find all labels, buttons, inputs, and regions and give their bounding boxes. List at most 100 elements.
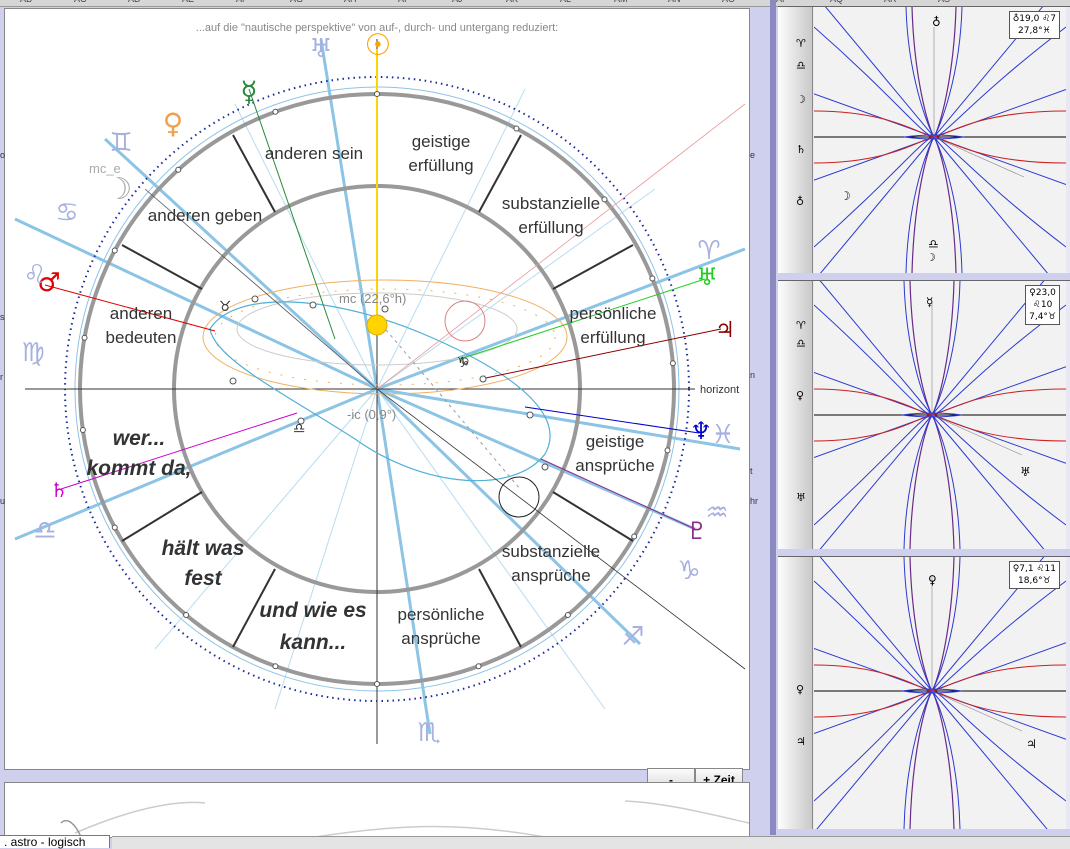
text-kann: kann... xyxy=(280,631,347,654)
ring-node-dot xyxy=(79,427,86,434)
libra-icon: ♎ xyxy=(33,516,56,546)
jupiter-icon: ♃ xyxy=(796,735,806,748)
column-header-ap[interactable]: AP xyxy=(776,0,788,4)
column-header-ad[interactable]: AD xyxy=(128,0,141,4)
column-header-ac[interactable]: AC xyxy=(74,0,87,4)
column-header-ae[interactable]: AE xyxy=(182,0,194,4)
ring-node-dot xyxy=(664,447,671,454)
aries-icon: ♈ xyxy=(796,319,806,332)
ring-node-dot xyxy=(81,334,88,341)
mercury-icon: ☿ xyxy=(240,75,257,108)
column-header-ag[interactable]: AG xyxy=(290,0,303,4)
ring-node-dot xyxy=(374,91,380,97)
saturn-icon: ♄ xyxy=(796,143,806,156)
house-label-substanzielle-2: substanzielle xyxy=(502,542,600,561)
venus-icon: ♀ xyxy=(928,573,937,587)
aspect-panel-2: ♈ ♎ ♀ ♅ ☿ ♅ ♀23,0 ♌10 7,4°♉ xyxy=(778,280,1070,549)
horizontal-scrollbar[interactable] xyxy=(112,836,1070,849)
column-header-ah[interactable]: AH xyxy=(344,0,357,4)
panel-2-plot: ☿ ♅ ♀23,0 ♌10 7,4°♉ xyxy=(814,281,1066,549)
text-und-wie-es: und wie es xyxy=(259,599,366,622)
moon-icon: ☽ xyxy=(106,172,133,207)
ring-node-dot xyxy=(601,196,608,203)
panel-3-glyph-column: ♀ ♃ xyxy=(778,557,813,829)
house-label-anderen-geben: anderen geben xyxy=(148,206,262,225)
sheet-tab-astro-logisch[interactable]: . astro - logisch xyxy=(0,835,110,849)
panel-1-glyph-column: ♈ ♎ ☽ ♄ ♁ xyxy=(778,7,813,273)
ring-node-dot xyxy=(374,681,380,687)
gemini-icon: ♊ xyxy=(109,128,132,158)
column-header-am[interactable]: AM xyxy=(614,0,628,4)
ring-node-dot xyxy=(631,533,638,540)
house-label-erfuellung-1: erfüllung xyxy=(408,156,473,175)
ring-node-dot xyxy=(649,275,656,282)
uranus-icon: ♅ xyxy=(1020,465,1031,479)
leo-icon: ♌ xyxy=(23,260,46,290)
aries-icon: ♈ xyxy=(796,37,806,50)
scorpio-icon: ♏ xyxy=(417,718,440,748)
right-cell-text-1: e xyxy=(750,150,756,160)
uranus-top-icon: ♅ xyxy=(309,34,332,64)
earth-icon: ♁ xyxy=(932,15,941,29)
column-header-an[interactable]: AN xyxy=(668,0,681,4)
pane-divider[interactable] xyxy=(770,0,776,835)
aquarius-icon: ♒ xyxy=(705,498,728,528)
house-label-erfuellung-3: erfüllung xyxy=(580,328,645,347)
pisces-icon: ♓ xyxy=(711,420,734,450)
left-cell-text-4: u xyxy=(0,496,6,506)
ring-node-dot xyxy=(111,247,118,254)
text-haelt-was: hält was xyxy=(162,537,245,560)
house-label-bedeuten: bedeuten xyxy=(106,328,177,347)
moon-icon: ☽ xyxy=(796,93,806,106)
column-header-ar[interactable]: AR xyxy=(884,0,897,4)
ring-node-dot xyxy=(669,360,676,367)
aries-icon: ♈ xyxy=(697,236,720,266)
column-header-ab[interactable]: AB xyxy=(20,0,32,4)
sun-marker xyxy=(366,314,388,336)
house-label-geistige-2: geistige xyxy=(586,432,645,451)
planet-node-dot xyxy=(381,305,389,313)
venus-icon: ♀ xyxy=(796,389,805,402)
mc-label: mc (22,6°h) xyxy=(339,291,406,306)
panel-2-info-box: ♀23,0 ♌10 7,4°♉ xyxy=(1025,285,1060,325)
aspect-curve-plot xyxy=(814,7,1066,273)
house-label-persoenliche: persönliche xyxy=(570,304,657,323)
panel-1-plot: ♁ ☽ ♎ ☽ ♁19,0 ♌7 27,8°♓ xyxy=(814,7,1066,273)
left-cell-text-3: r xyxy=(0,372,3,382)
house-label-ansprueche-1: ansprüche xyxy=(575,456,654,475)
right-cell-text-3: t xyxy=(750,466,753,476)
jupiter-icon: ♃ xyxy=(1026,737,1037,751)
planet-node-dot xyxy=(479,375,487,383)
panel-2-glyph-column: ♈ ♎ ♀ ♅ xyxy=(778,281,813,549)
column-header-ak[interactable]: AK xyxy=(506,0,518,4)
panel-3-plot: ♀ ♃ ♀7,1 ♌11 18,6°♉ xyxy=(814,557,1066,829)
text-kommt-da: kommt da, xyxy=(86,457,191,480)
ring-node-dot xyxy=(272,663,279,670)
column-header-al[interactable]: AL xyxy=(560,0,571,4)
ring-node-dot xyxy=(175,166,182,173)
capricorn-small-icon: ♑ xyxy=(457,355,470,371)
right-cell-text-2: n xyxy=(750,370,756,380)
libra-icon: ♎ xyxy=(796,59,806,72)
ring-node-dot xyxy=(564,611,571,618)
jupiter-icon: ♃ xyxy=(715,318,735,343)
house-label-anderen-sein: anderen sein xyxy=(265,144,363,163)
neptune-icon: ♆ xyxy=(690,417,712,445)
sun-icon: ☉ xyxy=(365,28,392,63)
column-header-ai[interactable]: AI xyxy=(398,0,407,4)
aspect-curve-plot xyxy=(814,557,1066,829)
column-header-af[interactable]: AF xyxy=(236,0,248,4)
column-header-ao[interactable]: AO xyxy=(722,0,735,4)
house-label-persoenliche-2: persönliche xyxy=(398,605,485,624)
column-header-aq[interactable]: AQ xyxy=(830,0,843,4)
saturn-icon: ♄ xyxy=(50,478,68,502)
uranus-icon: ♅ xyxy=(696,263,718,291)
planet-node-dot xyxy=(526,411,534,419)
house-label-ansprueche-2: ansprüche xyxy=(511,566,590,585)
venus-icon: ♀ xyxy=(796,683,805,696)
column-header-as[interactable]: AS xyxy=(938,0,950,4)
column-header-aj[interactable]: AJ xyxy=(452,0,463,4)
house-label-erfuellung-2: erfüllung xyxy=(518,218,583,237)
house-label-anderen: anderen xyxy=(110,304,172,323)
moon-icon: ☽ xyxy=(840,189,851,203)
